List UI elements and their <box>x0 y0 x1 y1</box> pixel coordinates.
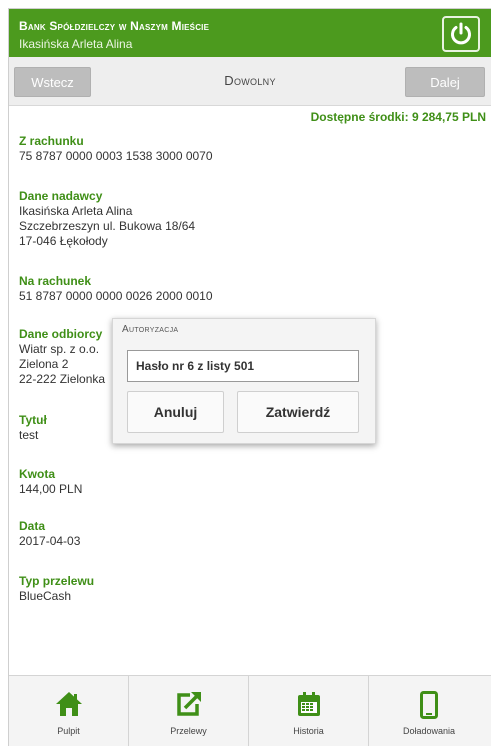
amount-label: Kwota <box>19 467 55 481</box>
date-value: 2017-04-03 <box>19 534 81 548</box>
from-account-label: Z rachunku <box>19 134 84 148</box>
nav-label-pulpit: Pulpit <box>57 726 80 736</box>
sender-city: 17-046 Łękołody <box>19 234 108 248</box>
bank-name: Bank Spółdzielczy w Naszym Mieście <box>19 19 210 33</box>
amount-value: 144,00 PLN <box>19 482 83 496</box>
recipient-name: Wiatr sp. z o.o. <box>19 342 100 356</box>
transfer-type-value: BlueCash <box>19 589 72 603</box>
recipient-label: Dane odbiorcy <box>19 327 103 341</box>
from-account-value: 75 8787 0000 0003 1538 3000 0070 <box>19 149 213 163</box>
transfer-icon <box>176 692 201 716</box>
nav-label-historia: Historia <box>293 726 324 736</box>
calendar-icon <box>297 692 320 716</box>
dialog-title: Autoryzacja <box>122 324 179 335</box>
date-label: Data <box>19 519 46 533</box>
sender-name: Ikasińska Arleta Alina <box>19 204 133 218</box>
home-icon <box>55 692 82 716</box>
from-account-section: Z rachunku 75 8787 0000 0003 1538 3000 0… <box>19 134 213 164</box>
title-value: test <box>19 428 39 442</box>
cancel-button[interactable]: Anuluj <box>127 391 224 433</box>
nav-tab-przelewy[interactable]: Przelewy <box>129 676 249 746</box>
confirm-button[interactable]: Zatwierdź <box>237 391 359 433</box>
nav-tab-pulpit[interactable]: Pulpit <box>9 676 129 746</box>
sender-section: Dane nadawcy Ikasińska Arleta Alina Szcz… <box>19 189 195 249</box>
nav-tab-doladowania[interactable]: Doładowania <box>369 676 489 746</box>
nav-label-przelewy: Przelewy <box>170 726 207 736</box>
power-icon <box>451 22 471 45</box>
recipient-city: 22-222 Zielonka <box>19 372 106 386</box>
password-input[interactable]: Hasło nr 6 z listy 501 <box>127 350 359 382</box>
available-funds: Dostępne środki: 9 284,75 PLN <box>310 110 486 124</box>
sender-label: Dane nadawcy <box>19 189 103 203</box>
bottom-navigation: Pulpit Przelewy Historia Doładowania <box>9 675 491 746</box>
sender-street: Szczebrzeszyn ul. Bukowa 18/64 <box>19 219 196 233</box>
title-label: Tytuł <box>19 413 47 427</box>
transfer-type-section: Typ przelewu BlueCash <box>19 574 94 604</box>
authorization-dialog: Autoryzacja Hasło nr 6 z listy 501 Anulu… <box>112 318 376 444</box>
phone-icon <box>420 691 438 719</box>
nav-label-doladowania: Doładowania <box>402 726 456 736</box>
navigation-toolbar: Wstecz Dowolny Dalej <box>9 57 491 106</box>
recipient-section: Dane odbiorcy Wiatr sp. z o.o. Zielona 2… <box>19 327 105 387</box>
date-section: Data 2017-04-03 <box>19 519 80 549</box>
transfer-type-label: Typ przelewu <box>19 574 95 588</box>
nav-tab-historia[interactable]: Historia <box>249 676 369 746</box>
to-account-label: Na rachunek <box>19 274 92 288</box>
title-section: Tytuł test <box>19 413 47 443</box>
app-header: Bank Spółdzielczy w Naszym Mieście Ikasi… <box>9 9 491 57</box>
next-button[interactable]: Dalej <box>405 67 485 97</box>
to-account-value: 51 8787 0000 0000 0026 2000 0010 <box>19 289 213 303</box>
logout-button[interactable] <box>442 16 480 52</box>
to-account-section: Na rachunek 51 8787 0000 0000 0026 2000 … <box>19 274 213 304</box>
user-name: Ikasińska Arleta Alina <box>19 37 133 51</box>
recipient-street: Zielona 2 <box>19 357 69 371</box>
amount-section: Kwota 144,00 PLN <box>19 467 82 497</box>
